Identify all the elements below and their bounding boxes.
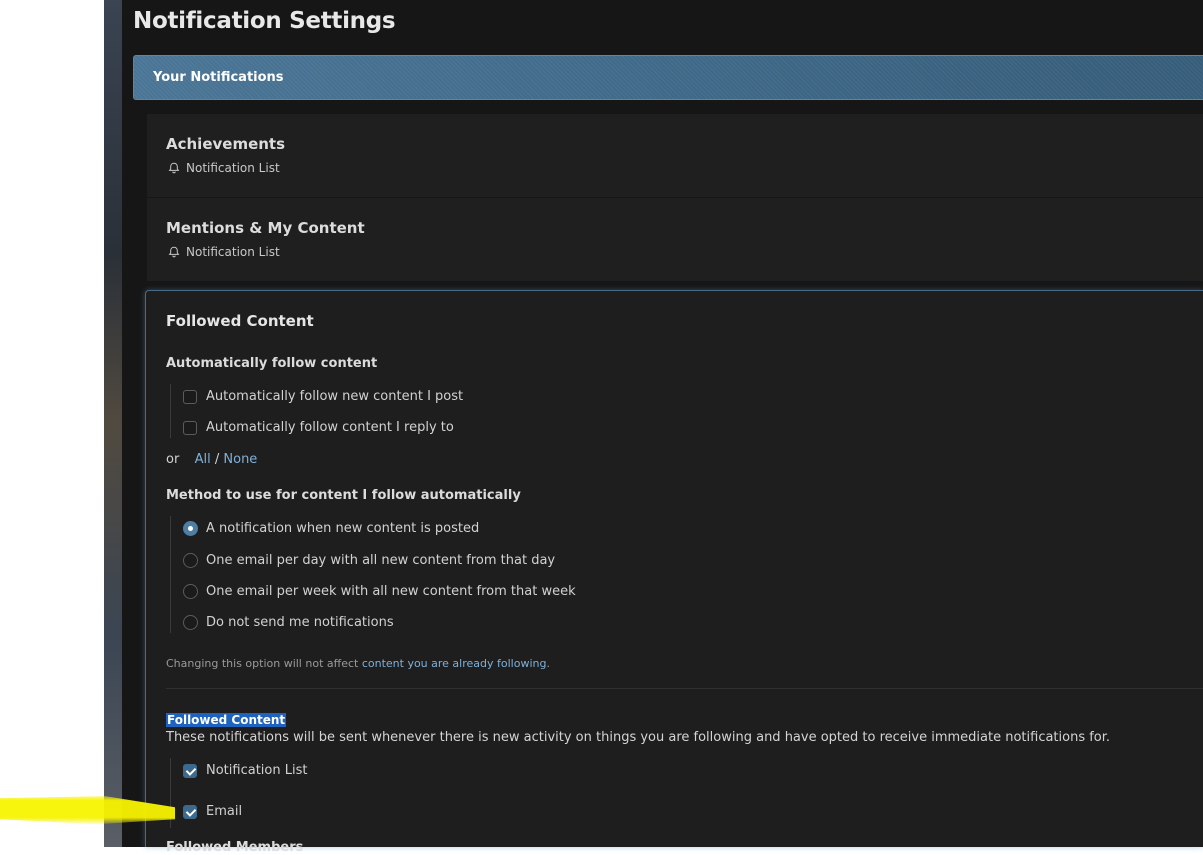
page-title: Notification Settings <box>133 8 396 34</box>
auto-follow-label: Automatically follow content <box>166 356 378 371</box>
option-label: Do not send me notifications <box>206 615 394 630</box>
row-sub-label: Notification List <box>186 161 280 175</box>
method-option-daily-email[interactable]: One email per day with all new content f… <box>183 553 555 568</box>
notification-row-achievements[interactable]: Achievements Notification List <box>147 114 1203 197</box>
block-header-title: Your Notifications <box>153 70 284 85</box>
select-none-link[interactable]: None <box>223 452 257 467</box>
slash-separator: / <box>214 452 220 467</box>
method-radio-notification[interactable] <box>183 521 198 536</box>
method-option-none[interactable]: Do not send me notifications <box>183 615 394 630</box>
auto-follow-reply-checkbox[interactable] <box>183 420 197 435</box>
already-following-link[interactable]: content you are already following <box>362 657 547 670</box>
followed-members-label: Followed Members <box>166 840 304 855</box>
method-option-notification[interactable]: A notification when new content is poste… <box>183 521 479 536</box>
section-divider <box>166 688 1203 689</box>
notification-row-mentions[interactable]: Mentions & My Content Notification List <box>147 198 1203 281</box>
method-label: Method to use for content I follow autom… <box>166 488 521 503</box>
option-label: Notification List <box>206 763 308 778</box>
bell-icon <box>168 246 180 258</box>
bell-icon <box>168 162 180 174</box>
immediate-email-checkbox[interactable] <box>183 804 197 819</box>
immediate-email-option[interactable]: Email <box>183 804 242 819</box>
your-notifications-header: Your Notifications <box>133 55 1203 100</box>
option-label: Automatically follow new content I post <box>206 389 464 404</box>
row-title: Mentions & My Content <box>166 219 365 237</box>
option-label: One email per day with all new content f… <box>206 553 556 568</box>
method-radio-none[interactable] <box>183 615 198 630</box>
immediate-title-selected: Followed Content <box>166 713 287 727</box>
select-all-none: or All / None <box>166 452 257 467</box>
row-title: Achievements <box>166 135 286 153</box>
method-option-weekly-email[interactable]: One email per week with all new content … <box>183 584 576 599</box>
note-suffix: . <box>546 657 550 670</box>
immediate-description: These notifications will be sent wheneve… <box>166 730 1111 745</box>
method-note: Changing this option will not affect con… <box>166 657 550 670</box>
immediate-notification-list-option[interactable]: Notification List <box>183 763 307 778</box>
immediate-notification-list-checkbox[interactable] <box>183 763 197 778</box>
select-all-link[interactable]: All <box>195 452 211 467</box>
auto-follow-post-checkbox[interactable] <box>183 389 197 404</box>
auto-follow-post-option[interactable]: Automatically follow new content I post <box>183 389 463 404</box>
method-radio-daily-email[interactable] <box>183 553 198 568</box>
auto-follow-reply-option[interactable]: Automatically follow content I reply to <box>183 420 454 435</box>
row-sub-label: Notification List <box>186 245 280 259</box>
method-radio-weekly-email[interactable] <box>183 584 198 599</box>
option-label: One email per week with all new content … <box>206 584 576 599</box>
option-label: Automatically follow content I reply to <box>206 420 454 435</box>
option-label: Email <box>206 804 243 819</box>
option-group-rule <box>170 384 171 438</box>
followed-content-title: Followed Content <box>166 312 314 330</box>
option-label: A notification when new content is poste… <box>206 521 480 536</box>
note-prefix: Changing this option will not affect <box>166 657 359 670</box>
option-group-rule <box>170 516 171 633</box>
or-text: or <box>166 452 180 467</box>
